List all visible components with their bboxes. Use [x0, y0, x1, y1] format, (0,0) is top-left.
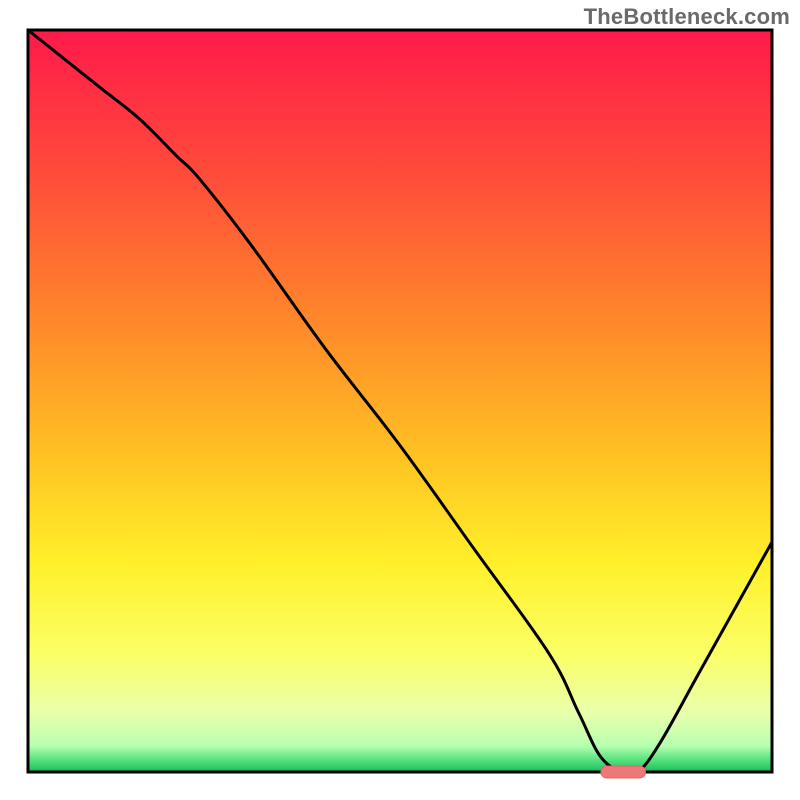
chart-stage: TheBottleneck.com [0, 0, 800, 800]
plot-background [28, 30, 772, 772]
chart-svg [0, 0, 800, 800]
minimum-marker [601, 766, 646, 778]
